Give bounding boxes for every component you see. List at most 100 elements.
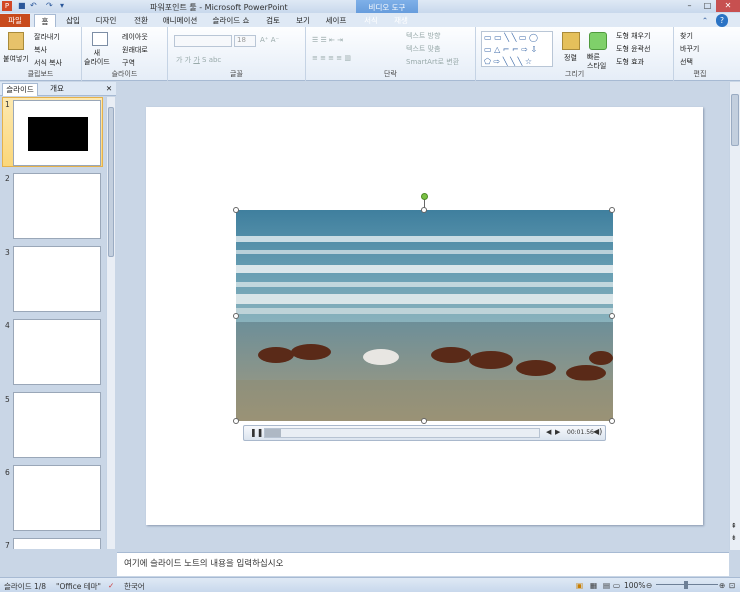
tab-home[interactable]: 홈 <box>34 14 56 27</box>
video-progress-track[interactable] <box>264 428 540 438</box>
reset-button[interactable]: 원래대로 <box>122 45 148 55</box>
slide-thumbnail[interactable] <box>13 392 101 458</box>
scroll-thumb[interactable] <box>108 107 114 257</box>
reading-view-icon[interactable]: ▤ <box>603 581 610 590</box>
tab-transitions[interactable]: 전환 <box>130 14 152 27</box>
convert-smartart-button[interactable]: SmartArt로 변환 <box>406 57 459 67</box>
slide-thumbnail[interactable] <box>13 246 101 312</box>
bullets-icon[interactable]: ☰ ☰ ⇤ ⇥ <box>312 36 343 44</box>
tab-design[interactable]: 디자인 <box>93 14 119 27</box>
volume-icon[interactable]: ◀) <box>593 427 602 436</box>
resize-handle[interactable] <box>233 313 239 319</box>
shapes-gallery[interactable]: ▭ ▭ ╲ ╲ ▭ ◯ ▭ △ ⌐ ⌐ ⇨ ⇩ ⬠ ⇨ ╲ ╲ ╲ ☆ <box>481 31 553 67</box>
step-forward-icon[interactable]: ▶ <box>555 428 560 436</box>
fit-window-icon[interactable]: ⊡ <box>729 581 735 590</box>
group-paragraph: ☰ ☰ ⇤ ⇥ ≡ ≡ ≡ ≡ ▥ 텍스트 방향 텍스트 맞춤 SmartArt… <box>306 27 476 81</box>
tab-animations[interactable]: 애니메이션 <box>160 14 200 27</box>
paste-icon[interactable] <box>8 32 24 50</box>
undo-icon[interactable]: ↶ <box>30 1 37 12</box>
next-slide-icon[interactable]: ⇟ <box>731 534 737 542</box>
new-slide-button[interactable]: 새 슬라이드 <box>84 49 110 67</box>
help-icon[interactable]: ? <box>716 14 728 27</box>
resize-handle[interactable] <box>609 207 615 213</box>
tab-review[interactable]: 검토 <box>262 14 284 27</box>
slide-thumbnail[interactable] <box>13 538 101 549</box>
pause-button[interactable]: ❚❚ <box>250 428 263 437</box>
format-painter-button[interactable]: 서식 복사 <box>34 58 62 68</box>
tab-safe[interactable]: 세이프 <box>323 14 349 27</box>
section-button[interactable]: 구역 <box>122 58 135 68</box>
spelling-icon[interactable]: ✓ <box>108 581 114 590</box>
save-icon[interactable]: ■ <box>18 1 26 12</box>
zoom-out-icon[interactable]: ⊖ <box>646 581 652 590</box>
zoom-in-icon[interactable]: ⊕ <box>719 581 725 590</box>
slide-thumbnail[interactable] <box>13 465 101 531</box>
video-frame[interactable] <box>236 210 613 421</box>
qat-more-icon[interactable]: ▾ <box>60 1 64 12</box>
zoom-slider-thumb[interactable] <box>684 581 688 589</box>
normal-view-icon[interactable]: ▣ <box>576 581 583 590</box>
maximize-button[interactable]: □ <box>699 0 716 12</box>
vertical-scrollbar[interactable]: ⇞ ⇟ <box>729 82 740 550</box>
text-direction-button[interactable]: 텍스트 방향 <box>406 31 440 41</box>
tab-file[interactable]: 파일 <box>0 14 30 27</box>
notes-pane[interactable]: 여기에 슬라이드 노트의 내용을 입력하십시오 <box>117 552 729 576</box>
ribbon-collapse-icon[interactable]: ⌃ <box>700 14 710 27</box>
tab-format[interactable]: 서식 <box>360 14 382 27</box>
resize-handle[interactable] <box>421 418 427 424</box>
slide-number: 1 <box>5 100 10 109</box>
group-clipboard: 붙여넣기 잘라내기 복사 서식 복사 클립보드 <box>0 27 82 81</box>
theme-name[interactable]: "Office 테마" <box>56 581 101 592</box>
align-icons[interactable]: ≡ ≡ ≡ ≡ ▥ <box>312 54 351 62</box>
copy-button[interactable]: 복사 <box>34 45 47 55</box>
group-label-editing: 편집 <box>693 70 707 78</box>
replace-button[interactable]: 바꾸기 <box>680 44 699 54</box>
slide-number: 4 <box>5 321 10 330</box>
panel-close-icon[interactable]: ✕ <box>104 83 114 96</box>
cut-button[interactable]: 잘라내기 <box>34 32 60 42</box>
step-back-icon[interactable]: ◀ <box>546 428 551 436</box>
language-indicator[interactable]: 한국어 <box>124 581 145 592</box>
ribbon-tabs: 파일 홈 삽입 디자인 전환 애니메이션 슬라이드 쇼 검토 보기 세이프 서식… <box>0 13 740 27</box>
tab-view[interactable]: 보기 <box>292 14 314 27</box>
minimize-button[interactable]: – <box>681 0 698 12</box>
slide-thumbnail[interactable] <box>13 319 101 385</box>
grow-font-icon[interactable]: A⁺ A⁻ <box>260 36 279 44</box>
shape-fill-button[interactable]: 도형 채우기 <box>616 31 650 41</box>
paste-button[interactable]: 붙여넣기 <box>3 54 29 64</box>
shape-outline-button[interactable]: 도형 윤곽선 <box>616 44 650 54</box>
shape-effects-button[interactable]: 도형 효과 <box>616 57 644 67</box>
layout-button[interactable]: 레이아웃 <box>122 32 148 42</box>
tab-slides[interactable]: 슬라이드 <box>2 83 38 96</box>
font-size-field[interactable]: 18 <box>234 35 256 47</box>
panel-scrollbar[interactable] <box>106 97 115 549</box>
prev-slide-icon[interactable]: ⇞ <box>731 522 737 530</box>
resize-handle[interactable] <box>233 207 239 213</box>
arrange-icon[interactable] <box>562 32 580 50</box>
find-button[interactable]: 찾기 <box>680 31 693 41</box>
zoom-level[interactable]: 100% <box>624 581 645 590</box>
tab-slideshow[interactable]: 슬라이드 쇼 <box>210 14 252 27</box>
arrange-button[interactable]: 정렬 <box>564 53 577 63</box>
align-text-button[interactable]: 텍스트 맞춤 <box>406 44 440 54</box>
rotate-handle[interactable] <box>421 193 428 200</box>
quick-styles-icon[interactable] <box>589 32 607 50</box>
slideshow-icon[interactable]: ▭ <box>613 581 620 590</box>
tab-playback[interactable]: 재생 <box>390 14 412 27</box>
tab-insert[interactable]: 삽입 <box>62 14 84 27</box>
slide-sorter-icon[interactable]: ▦ <box>590 581 597 590</box>
resize-handle[interactable] <box>233 418 239 424</box>
slide-thumbnail[interactable] <box>13 173 101 239</box>
new-slide-icon[interactable] <box>92 32 108 46</box>
resize-handle[interactable] <box>609 313 615 319</box>
bold-italic-icons[interactable]: 가 가 가 S abc <box>176 55 221 65</box>
slide-thumbnail[interactable] <box>13 100 101 166</box>
select-button[interactable]: 선택 <box>680 57 693 67</box>
tab-outline[interactable]: 개요 <box>42 83 72 96</box>
redo-icon[interactable]: ↷ <box>46 1 53 12</box>
slide-indicator: 슬라이드 1/8 <box>4 582 47 591</box>
scroll-thumb[interactable] <box>731 94 739 146</box>
close-button[interactable]: ✕ <box>716 0 740 12</box>
font-name-field[interactable] <box>174 35 232 47</box>
resize-handle[interactable] <box>609 418 615 424</box>
